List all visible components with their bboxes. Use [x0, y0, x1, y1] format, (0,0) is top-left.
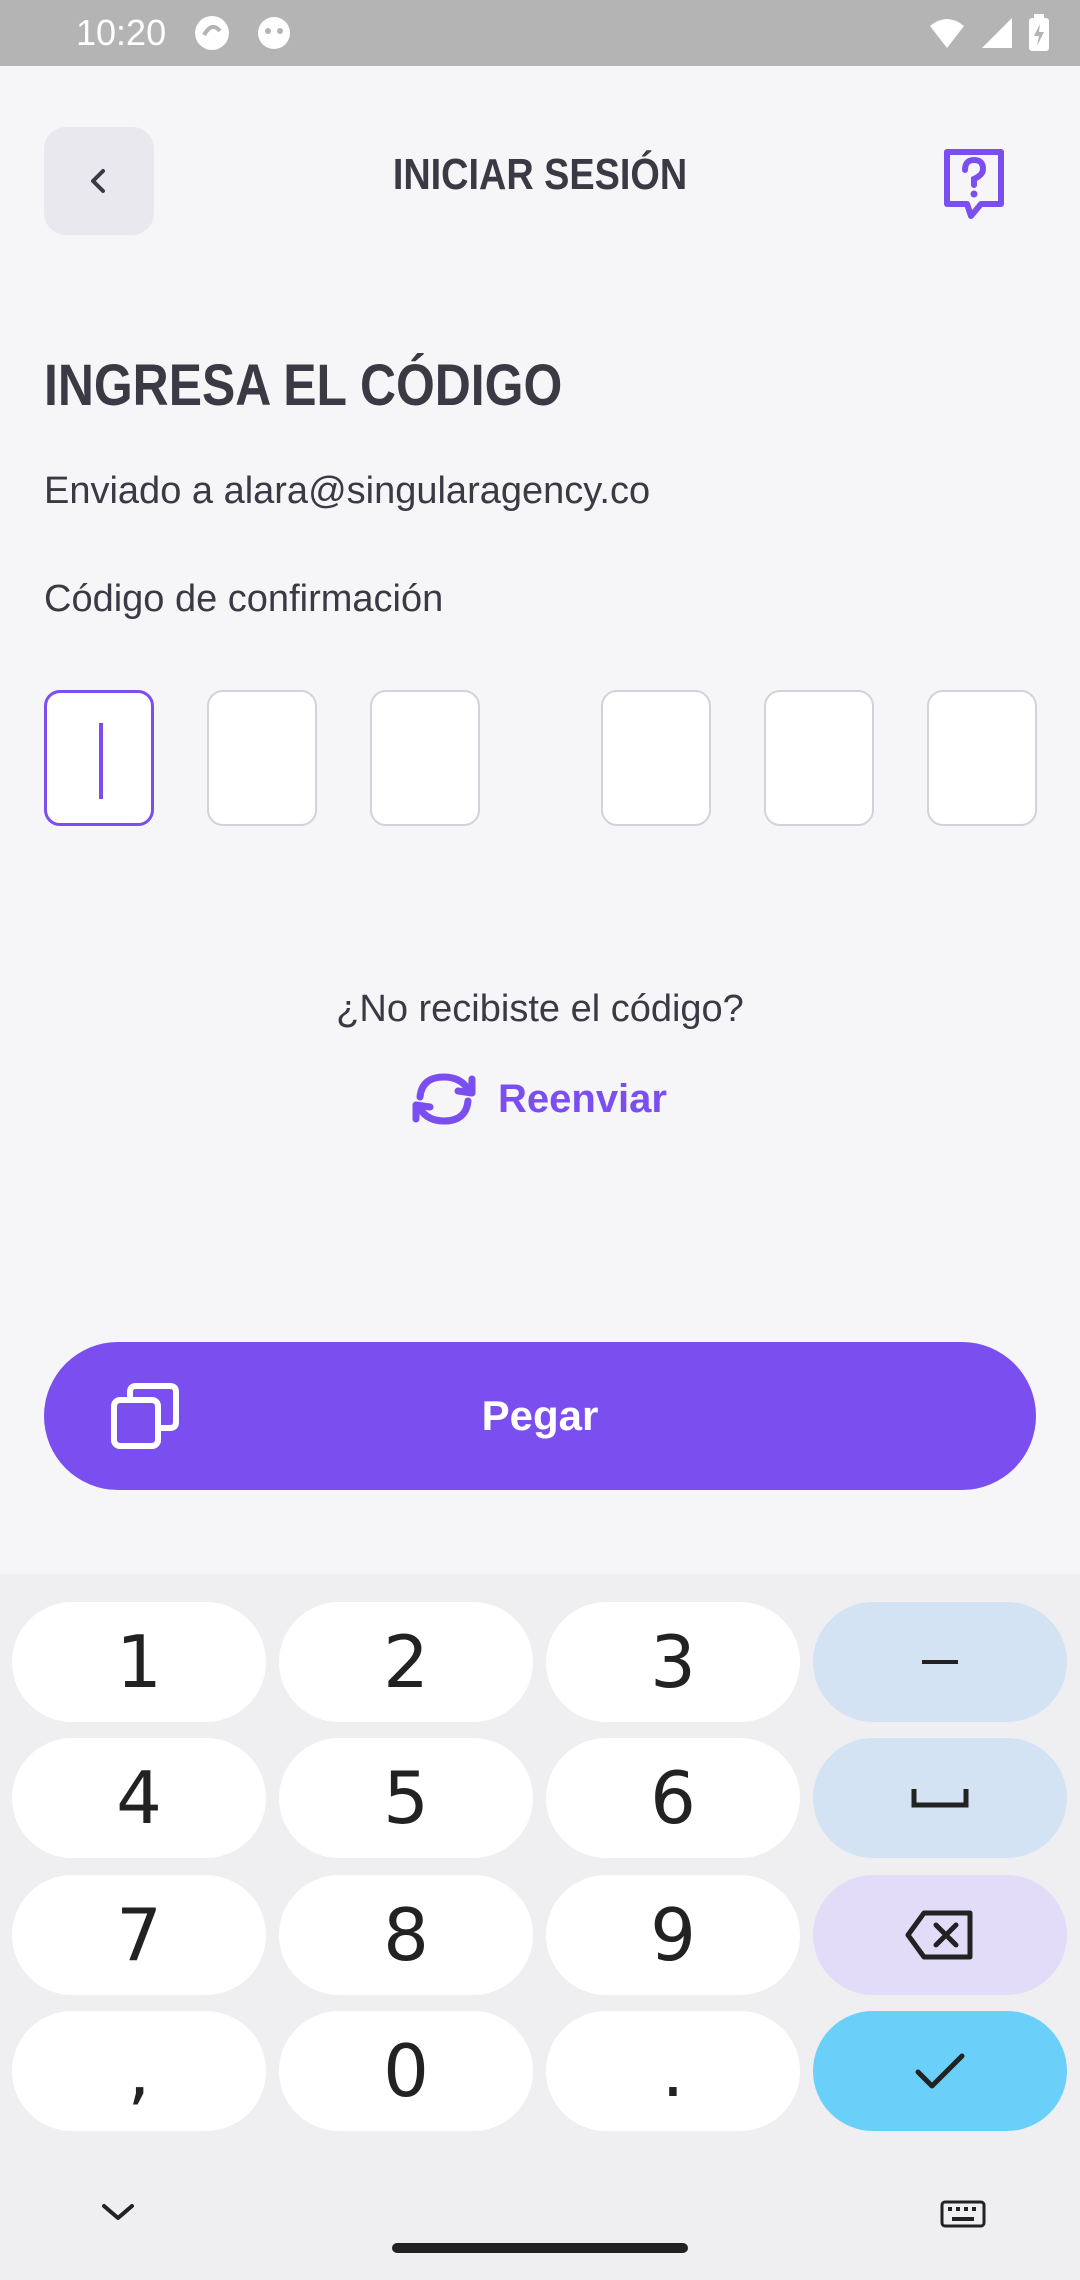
key-done[interactable] [813, 2011, 1067, 2131]
status-bar: 10:20 [0, 0, 1080, 66]
help-button[interactable] [932, 142, 1016, 226]
no-code-text: ¿No recibiste el código? [336, 988, 744, 1030]
paste-button[interactable]: Pegar [44, 1342, 1036, 1490]
app-notification-icon [195, 16, 230, 50]
resend-link[interactable]: Reenviar [406, 1064, 667, 1134]
sent-to-text: Enviado a alara@singularagency.co [44, 470, 651, 512]
key-5[interactable]: 5 [279, 1738, 533, 1858]
help-question-icon [944, 149, 1004, 219]
key-1[interactable]: 1 [12, 1602, 266, 1722]
key-comma[interactable]: , [12, 2011, 266, 2131]
header-title: INICIAR SESIÓN [392, 150, 688, 199]
key-period[interactable]: . [546, 2011, 800, 2131]
key-backspace[interactable] [813, 1875, 1067, 1995]
signal-icon [982, 18, 1012, 48]
code-digit-2[interactable] [207, 690, 317, 826]
page-title: INGRESA EL CÓDIGO [44, 353, 563, 418]
key-6[interactable]: 6 [546, 1738, 800, 1858]
gesture-navigation-bar[interactable] [392, 2243, 688, 2253]
key-2[interactable]: 2 [279, 1602, 533, 1722]
code-digit-5[interactable] [764, 690, 874, 826]
key-3[interactable]: 3 [546, 1602, 800, 1722]
key-4[interactable]: 4 [12, 1738, 266, 1858]
status-time: 10:20 [76, 12, 167, 53]
text-caret [99, 723, 103, 799]
code-label: Código de confirmación [44, 578, 444, 620]
key-9[interactable]: 9 [546, 1875, 800, 1995]
code-digit-1[interactable] [44, 690, 154, 826]
keyboard-switch-icon[interactable] [940, 2200, 986, 2228]
robot-notification-icon [258, 17, 291, 49]
space-icon [911, 1789, 969, 1808]
key-dash[interactable] [813, 1602, 1067, 1722]
dash-icon [922, 1660, 958, 1664]
backspace-icon [905, 1910, 973, 1960]
key-8[interactable]: 8 [279, 1875, 533, 1995]
code-digit-4[interactable] [601, 690, 711, 826]
checkmark-icon [915, 2053, 965, 2089]
key-space[interactable] [813, 1738, 1067, 1858]
paste-label: Pegar [481, 1392, 599, 1439]
key-7[interactable]: 7 [12, 1875, 266, 1995]
wifi-icon [930, 19, 964, 48]
battery-icon [1029, 14, 1049, 51]
key-0[interactable]: 0 [279, 2011, 533, 2131]
refresh-icon [412, 1073, 476, 1125]
code-digit-6[interactable] [927, 690, 1037, 826]
hide-keyboard-icon[interactable] [100, 2200, 136, 2224]
code-digit-3[interactable] [370, 690, 480, 826]
resend-label: Reenviar [498, 1076, 667, 1121]
